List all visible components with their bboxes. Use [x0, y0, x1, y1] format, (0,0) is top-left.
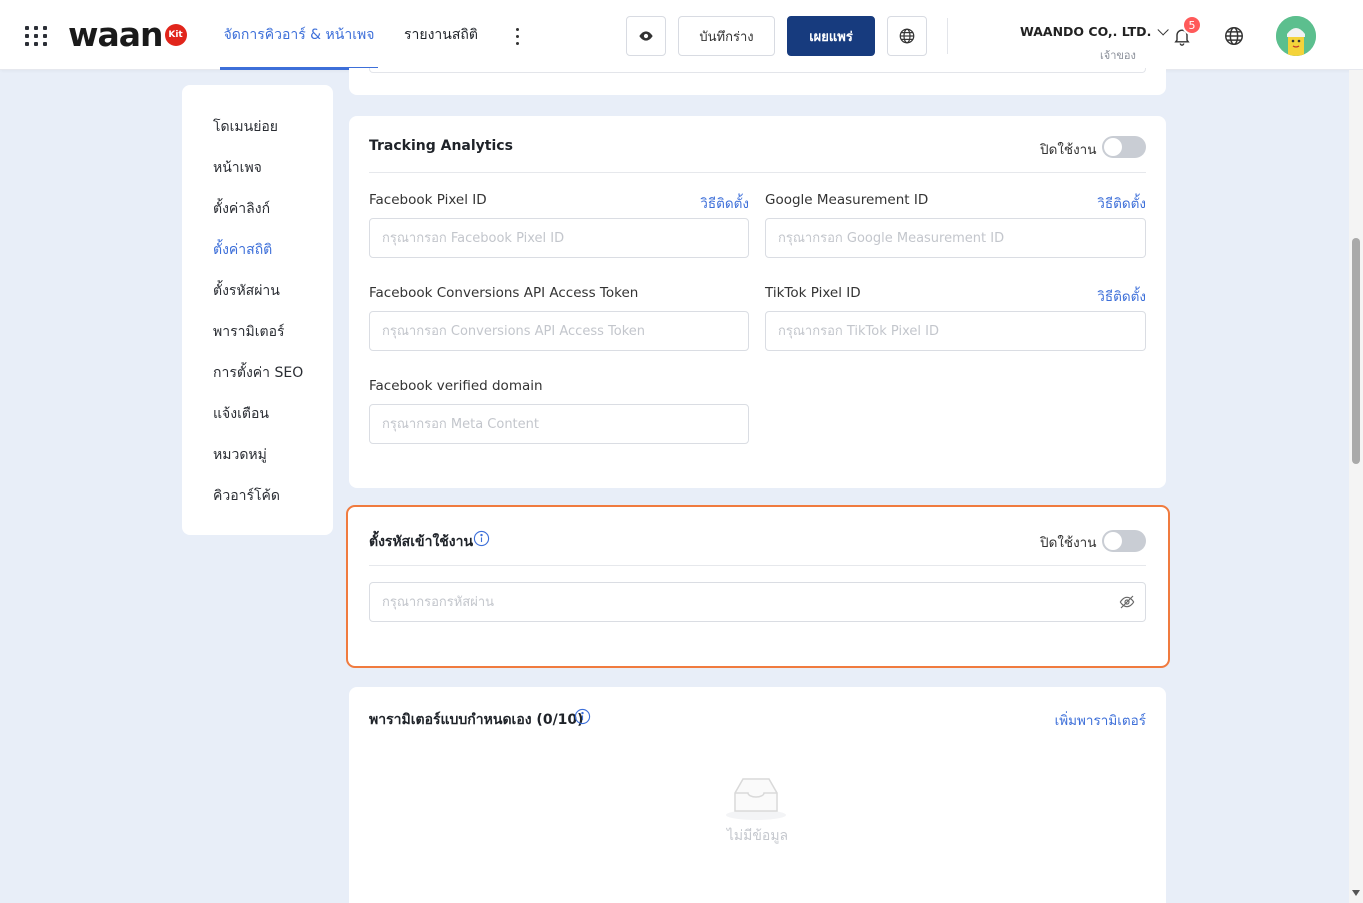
- fb-capi-input[interactable]: [369, 311, 749, 351]
- fb-pixel-install-link[interactable]: วิธีติดตั้ง: [669, 192, 749, 214]
- preview-button[interactable]: [626, 16, 666, 56]
- more-vertical-icon[interactable]: [512, 26, 524, 46]
- tab-manage-qr-pages[interactable]: จัดการคิวอาร์ & หน้าเพจ: [220, 0, 378, 70]
- chevron-down-icon: [1157, 23, 1170, 36]
- add-parameter-link[interactable]: เพิ่มพารามิเตอร์: [996, 709, 1146, 731]
- google-measurement-label: Google Measurement ID: [765, 192, 929, 208]
- fb-capi-label: Facebook Conversions API Access Token: [369, 285, 639, 301]
- tiktok-pixel-install-link[interactable]: วิธีติดตั้ง: [1066, 285, 1146, 307]
- company-role: เจ้าของ: [1100, 49, 1136, 62]
- tracking-analytics-card: Tracking Analytics ปิดใช้งาน Facebook Pi…: [349, 116, 1166, 488]
- empty-inbox-icon: [726, 778, 786, 820]
- settings-side-menu: โดเมนย่อย หน้าเพจ ตั้งค่าลิงก์ ตั้งค่าสถ…: [182, 85, 333, 535]
- info-icon[interactable]: [574, 708, 591, 725]
- tiktok-pixel-input[interactable]: [765, 311, 1146, 351]
- tab-statistics-report[interactable]: รายงานสถิติ: [404, 0, 484, 70]
- tab-label: จัดการคิวอาร์ & หน้าเพจ: [223, 27, 375, 43]
- sidebar-item-parameters[interactable]: พารามิเตอร์: [213, 321, 285, 343]
- avatar[interactable]: [1276, 16, 1316, 56]
- sidebar-item-categories[interactable]: หมวดหมู่: [213, 444, 267, 466]
- logo-badge: Kit: [164, 24, 187, 46]
- previous-card-input-edge: [369, 68, 1146, 73]
- globe-icon[interactable]: [1223, 25, 1245, 47]
- top-bar: waan Kit จัดการคิวอาร์ & หน้าเพจ รายงานส…: [0, 0, 1363, 70]
- tiktok-pixel-label: TikTok Pixel ID: [765, 285, 861, 301]
- avatar-image: [1276, 16, 1316, 56]
- empty-state-text: ไม่มีข้อมูล: [726, 828, 789, 844]
- scrollbar-thumb[interactable]: [1352, 238, 1360, 464]
- tracking-toggle-label: ปิดใช้งาน: [1040, 142, 1097, 158]
- tab-label: รายงานสถิติ: [404, 27, 478, 43]
- tracking-toggle[interactable]: [1102, 136, 1146, 158]
- sidebar-item-seo[interactable]: การตั้งค่า SEO: [213, 362, 303, 384]
- info-icon[interactable]: [473, 530, 490, 547]
- sidebar-item-pages[interactable]: หน้าเพจ: [213, 157, 262, 179]
- language-button[interactable]: [887, 16, 927, 56]
- access-password-card: ตั้งรหัสเข้าใช้งาน ปิดใช้งาน: [346, 505, 1170, 668]
- eye-off-icon[interactable]: [1119, 594, 1135, 610]
- tracking-divider: [369, 172, 1146, 173]
- publish-button[interactable]: เผยแพร่: [787, 16, 875, 56]
- password-divider: [369, 565, 1146, 566]
- fb-pixel-input[interactable]: [369, 218, 749, 258]
- logo[interactable]: waan Kit: [68, 18, 187, 52]
- app-grid-icon[interactable]: [25, 26, 47, 46]
- tracking-analytics-title: Tracking Analytics: [369, 138, 513, 154]
- fb-verified-domain-label: Facebook verified domain: [369, 378, 543, 394]
- google-measurement-install-link[interactable]: วิธีติดตั้ง: [1066, 192, 1146, 214]
- notification-badge: 5: [1182, 15, 1202, 35]
- sidebar-item-link-settings[interactable]: ตั้งค่าลิงก์: [213, 198, 270, 220]
- company-switcher[interactable]: WAANDO CO,. LTD.: [1020, 23, 1170, 39]
- sidebar-item-notifications[interactable]: แจ้งเตือน: [213, 403, 269, 425]
- scroll-down-arrow-icon[interactable]: [1352, 890, 1360, 896]
- password-toggle[interactable]: [1102, 530, 1146, 552]
- page-scrollbar[interactable]: [1349, 70, 1363, 903]
- password-input[interactable]: [369, 582, 1146, 622]
- sidebar-item-qr-code[interactable]: คิวอาร์โค้ด: [213, 485, 280, 507]
- custom-parameters-card: พารามิเตอร์แบบกำหนดเอง (0/10) เพิ่มพาราม…: [349, 687, 1166, 903]
- fb-pixel-label: Facebook Pixel ID: [369, 192, 487, 208]
- sidebar-item-subdomain[interactable]: โดเมนย่อย: [213, 116, 278, 138]
- globe-icon: [899, 28, 915, 44]
- google-measurement-input[interactable]: [765, 218, 1146, 258]
- header-divider: [947, 18, 948, 54]
- sidebar-item-password[interactable]: ตั้งรหัสผ่าน: [213, 280, 280, 302]
- fb-verified-domain-input[interactable]: [369, 404, 749, 444]
- company-name: WAANDO CO,. LTD.: [1020, 24, 1152, 39]
- custom-parameters-title: พารามิเตอร์แบบกำหนดเอง (0/10): [369, 712, 584, 728]
- logo-text: waan: [68, 15, 164, 54]
- previous-settings-card: [349, 68, 1166, 95]
- password-toggle-label: ปิดใช้งาน: [1040, 535, 1097, 551]
- save-draft-button[interactable]: บันทึกร่าง: [678, 16, 775, 56]
- access-password-title: ตั้งรหัสเข้าใช้งาน: [369, 534, 474, 550]
- eye-icon: [639, 31, 653, 41]
- sidebar-item-statistics-settings[interactable]: ตั้งค่าสถิติ: [213, 239, 272, 261]
